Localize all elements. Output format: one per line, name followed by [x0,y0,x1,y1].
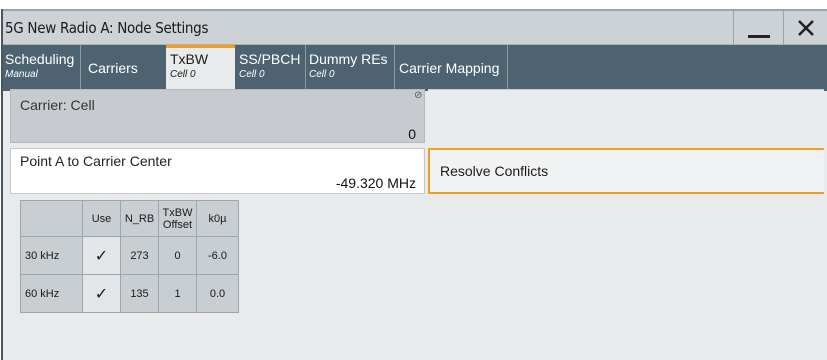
point-a-label: Point A to Carrier Center [20,153,172,169]
table-row: 30 kHz ✓ 273 0 -6.0 [20,236,239,275]
n-rb-cell[interactable]: 135 [120,274,159,313]
header-txbw-offset-line1: TxBW [162,206,193,219]
window-title: 5G New Radio A: Node Settings [5,19,209,37]
header-txbw-offset: TxBW Offset [158,200,197,237]
carrier-cell-label: Carrier: Cell [20,97,95,113]
row-scs: 60 kHz [20,274,83,313]
n-rb-cell[interactable]: 273 [120,236,159,275]
close-button[interactable] [783,11,827,45]
table-row: 60 kHz ✓ 135 1 0.0 [20,274,239,313]
header-n-rb: N_RB [120,200,159,237]
header-scs [20,200,83,237]
tab-label: Carriers [88,60,138,76]
tab-carriers[interactable]: Carriers [82,45,166,91]
use-checkbox[interactable]: ✓ [82,274,121,313]
close-icon [798,20,814,36]
table-header-row: Use N_RB TxBW Offset k0µ [20,200,239,237]
k0-cell[interactable]: 0.0 [196,274,239,313]
minimize-button[interactable] [733,11,783,45]
header-txbw-offset-line2: Offset [162,218,193,231]
tab-carrier-mapping[interactable]: Carrier Mapping [396,45,508,91]
offset-cell[interactable]: 0 [158,236,197,275]
tab-scheduling[interactable]: Scheduling Manual [3,45,81,91]
tab-label: Dummy REs [309,51,388,67]
tab-sublabel: Cell 0 [309,69,335,80]
point-a-value: -49.320 MHz [335,175,416,191]
tab-label: TxBW [170,51,209,67]
offset-cell[interactable]: 1 [158,274,197,313]
k0-cell[interactable]: -6.0 [196,236,239,275]
title-bar: 5G New Radio A: Node Settings [3,9,827,45]
row-scs: 30 kHz [20,236,83,275]
resolve-conflicts-button[interactable]: Resolve Conflicts [428,148,824,194]
tab-label: SS/PBCH [239,51,301,67]
tab-ss-pbch[interactable]: SS/PBCH Cell 0 [235,45,306,91]
carrier-right-panel [428,89,824,143]
tab-label: Scheduling [5,51,75,67]
tab-txbw[interactable]: TxBW Cell 0 [166,45,235,91]
header-use: Use [82,200,121,237]
tab-sublabel: Cell 0 [239,69,265,80]
tab-sublabel: Cell 0 [170,69,196,80]
minimize-icon [748,35,770,38]
resolve-conflicts-label: Resolve Conflicts [440,163,549,179]
tab-bar: Scheduling Manual Carriers TxBW Cell 0 S… [3,45,827,91]
carrier-cell-value: 0 [408,126,416,142]
lock-icon: ⊘ [414,90,423,101]
txbw-table: Use N_RB TxBW Offset k0µ 30 kHz ✓ 273 0 … [20,200,239,313]
tab-sublabel: Manual [5,69,38,80]
header-k0: k0µ [196,200,239,237]
tab-dummy-res[interactable]: Dummy REs Cell 0 [307,45,395,91]
tab-label: Carrier Mapping [399,60,500,76]
use-checkbox[interactable]: ✓ [82,236,121,275]
